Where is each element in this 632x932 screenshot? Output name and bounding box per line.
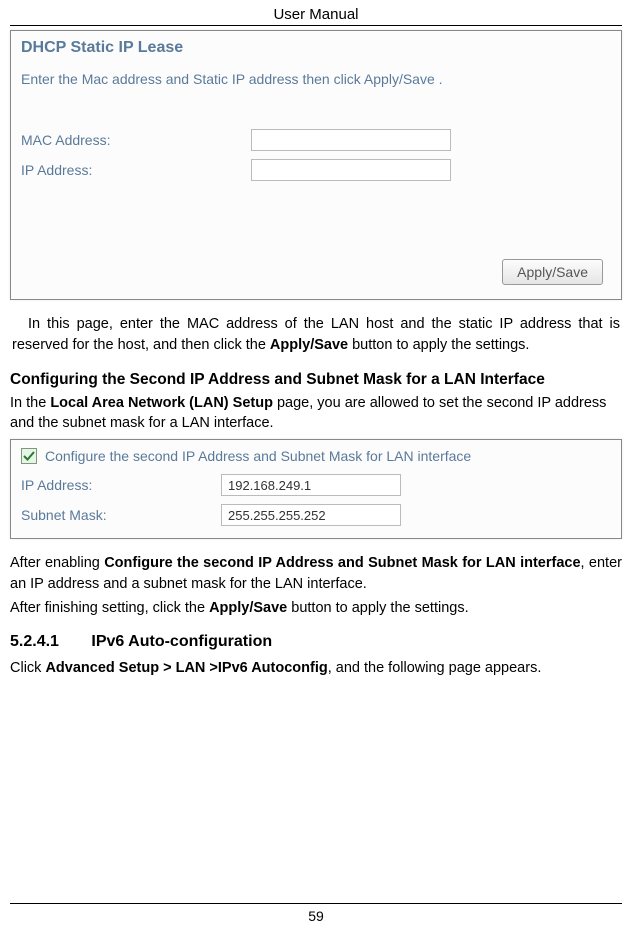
checkmark-icon — [23, 450, 35, 462]
second-ip-label: IP Address: — [21, 477, 221, 493]
dhcp-description: Enter the Mac address and Static IP addr… — [11, 61, 621, 87]
config-checkbox-row: Configure the second IP Address and Subn… — [21, 448, 611, 464]
paragraph-lan-setup: In the Local Area Network (LAN) Setup pa… — [10, 394, 622, 433]
subnet-mask-row: Subnet Mask: — [21, 502, 611, 528]
second-ip-input[interactable] — [221, 474, 401, 496]
mac-address-row: MAC Address: — [21, 127, 611, 153]
subnet-mask-input[interactable] — [221, 504, 401, 526]
para3-b1: Configure the second IP Address and Subn… — [104, 555, 580, 571]
config-checkbox-label: Configure the second IP Address and Subn… — [45, 448, 471, 464]
apply-save-button[interactable]: Apply/Save — [502, 259, 603, 285]
mac-address-label: MAC Address: — [21, 132, 251, 148]
para1-bold: Apply/Save — [270, 337, 348, 353]
para3-t1: After enabling — [10, 555, 104, 571]
para4-b1: Apply/Save — [209, 600, 287, 616]
header-title: User Manual — [273, 6, 358, 23]
para2-text-before: In the — [10, 395, 50, 411]
section-heading-ipv6: 5.2.4.1 IPv6 Auto-configuration — [10, 633, 622, 651]
dhcp-title: DHCP Static IP Lease — [11, 31, 621, 61]
mac-address-input[interactable] — [251, 129, 451, 151]
para5-t2: , and the following page appears. — [328, 660, 542, 676]
screenshot-dhcp-static-lease: DHCP Static IP Lease Enter the Mac addre… — [10, 30, 622, 300]
subnet-mask-label: Subnet Mask: — [21, 507, 221, 523]
second-ip-row: IP Address: — [21, 472, 611, 498]
ip-address-label: IP Address: — [21, 162, 251, 178]
para2-bold: Local Area Network (LAN) Setup — [50, 395, 273, 411]
page-content: DHCP Static IP Lease Enter the Mac addre… — [0, 30, 632, 678]
para5-b1: Advanced Setup > LAN >IPv6 Autoconfig — [45, 660, 327, 676]
screenshot-second-ip-config: Configure the second IP Address and Subn… — [10, 439, 622, 539]
paragraph-click-advanced: Click Advanced Setup > LAN >IPv6 Autocon… — [10, 659, 622, 679]
paragraph-dhcp-instruction: In this page, enter the MAC address of t… — [10, 314, 622, 356]
section-title: IPv6 Auto-configuration — [91, 633, 272, 650]
section-number: 5.2.4.1 — [10, 633, 59, 650]
para1-text-after: button to apply the settings. — [348, 337, 529, 353]
ip-address-input[interactable] — [251, 159, 451, 181]
dhcp-form: MAC Address: IP Address: — [11, 87, 621, 183]
para4-t1: After finishing setting, click the — [10, 600, 209, 616]
ip-address-row: IP Address: — [21, 157, 611, 183]
page-number: 59 — [10, 903, 622, 924]
para5-t1: Click — [10, 660, 45, 676]
config-checkbox[interactable] — [21, 448, 37, 464]
page-header: User Manual — [10, 0, 622, 26]
para4-t2: button to apply the settings. — [287, 600, 468, 616]
paragraph-after-enabling: After enabling Configure the second IP A… — [10, 553, 622, 595]
heading-second-ip: Configuring the Second IP Address and Su… — [10, 370, 622, 390]
paragraph-after-finishing: After finishing setting, click the Apply… — [10, 599, 622, 619]
